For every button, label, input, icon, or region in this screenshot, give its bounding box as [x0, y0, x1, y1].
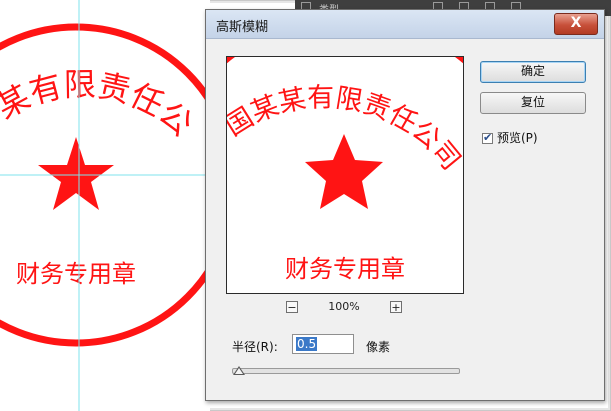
radius-input[interactable]: 0.5 [292, 334, 354, 354]
radius-value: 0.5 [296, 337, 318, 351]
stamp-star [38, 137, 114, 210]
preview-checkbox-row[interactable]: ✔ 预览(P) [482, 129, 538, 146]
preview-window[interactable]: 国某某有限责任公司 财务专用章 [226, 56, 464, 294]
radius-slider-track[interactable] [232, 368, 460, 374]
radius-slider-thumb[interactable] [233, 366, 245, 375]
dialog-titlebar[interactable]: 高斯模糊 X [206, 10, 604, 39]
zoom-controls: 100% − + [226, 300, 462, 316]
preview-checkbox-label: 预览(P) [497, 131, 538, 145]
zoom-in-button[interactable]: + [390, 301, 402, 313]
preview-star [305, 134, 383, 209]
gaussian-blur-dialog: 高斯模糊 X 国某某有限责任公司 财务专用章 100% − + 确定 复位 ✔ 预… [205, 9, 605, 401]
radius-label: 半径(R): [232, 340, 278, 354]
preview-bottom-text: 财务专用章 [285, 255, 405, 283]
stamp-bottom-text: 财务专用章 [16, 260, 136, 288]
dialog-title: 高斯模糊 [216, 20, 269, 35]
zoom-value: 100% [328, 300, 360, 313]
document-canvas[interactable]: 某有限责任公 财务专用章 [0, 0, 210, 411]
zoom-out-button[interactable]: − [286, 301, 298, 313]
preview-stamp: 国某某有限责任公司 财务专用章 [227, 57, 463, 283]
close-button[interactable]: X [554, 13, 598, 35]
radius-unit: 像素 [366, 340, 391, 354]
preview-checkbox[interactable]: ✔ [482, 131, 493, 144]
canvas-stamp: 某有限责任公 财务专用章 [0, 0, 210, 411]
stamp-arc-text: 某有限责任公 [0, 65, 200, 143]
reset-button[interactable]: 复位 [480, 92, 586, 114]
ok-button[interactable]: 确定 [480, 61, 586, 83]
checkmark-icon: ✔ [483, 131, 493, 144]
